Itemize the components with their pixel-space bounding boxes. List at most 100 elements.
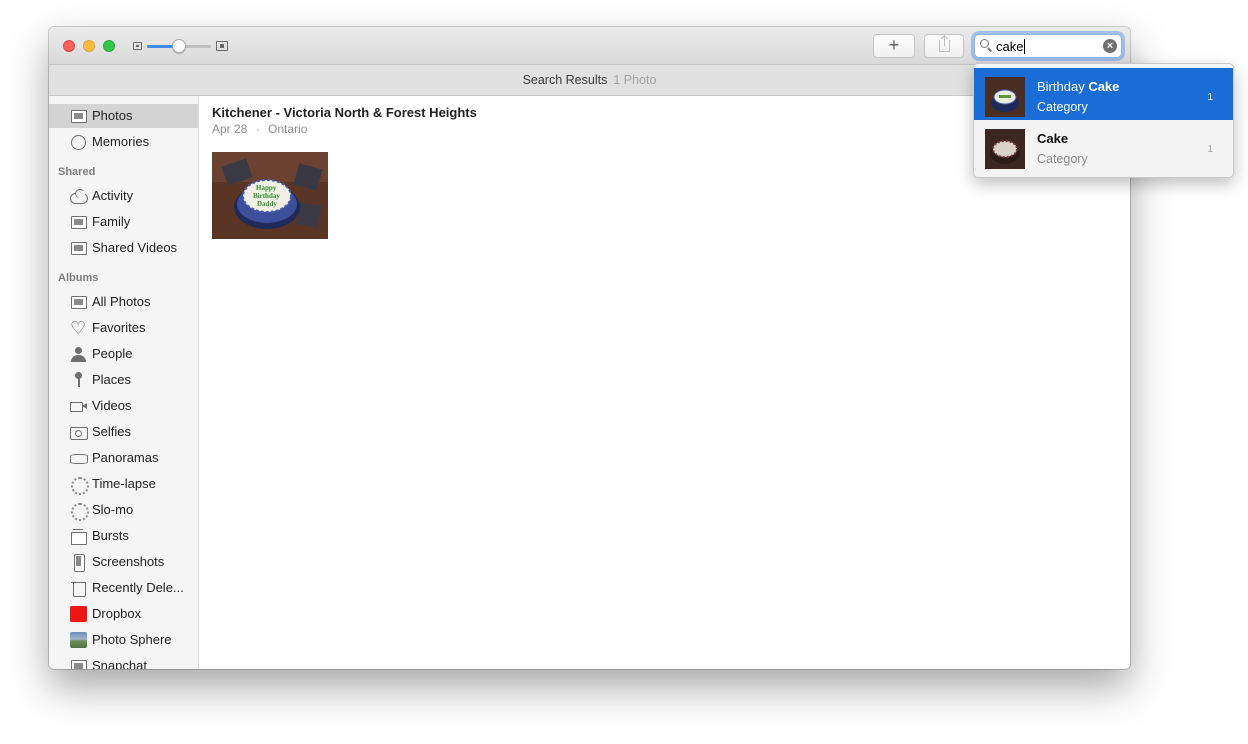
sidebar-item-label: Photos bbox=[92, 108, 133, 123]
sidebar-item-label: Videos bbox=[92, 398, 132, 413]
sidebar-item-time-lapse[interactable]: Time-lapse bbox=[49, 472, 198, 496]
photo-thumbnail[interactable]: Happy Birthday Daddy bbox=[212, 152, 328, 239]
suggestion-type: Category bbox=[1037, 100, 1088, 114]
sidebar-item-label: Panoramas bbox=[92, 450, 159, 465]
cloud-icon bbox=[70, 188, 88, 204]
svg-text:Daddy: Daddy bbox=[257, 200, 277, 208]
sidebar-item-label: Snapchat bbox=[92, 658, 147, 669]
suggestion-count: 1 bbox=[1207, 92, 1213, 103]
zoom-slider-knob[interactable] bbox=[172, 39, 186, 53]
pin-icon bbox=[70, 372, 87, 388]
toolbar: + × bbox=[49, 27, 1130, 65]
sidebar-item-label: All Photos bbox=[92, 294, 151, 309]
sidebar-item-label: Bursts bbox=[92, 528, 129, 543]
sidebar-item-selfies[interactable]: Selfies bbox=[49, 420, 198, 444]
sidebar-item-label: Photo Sphere bbox=[92, 632, 172, 647]
sidebar-item-places[interactable]: Places bbox=[49, 368, 198, 392]
sidebar-item-panoramas[interactable]: Panoramas bbox=[49, 446, 198, 470]
sidebar-item-label: Dropbox bbox=[92, 606, 142, 621]
share-icon bbox=[939, 36, 950, 52]
search-suggestions-popup: Birthday Cake Category 1 Cake Category 1 bbox=[973, 63, 1234, 178]
timelapse-icon bbox=[70, 476, 89, 495]
sidebar-item-bursts[interactable]: Bursts bbox=[49, 524, 198, 548]
sidebar-item-label: Favorites bbox=[92, 320, 146, 335]
search-input[interactable] bbox=[996, 37, 1096, 55]
sidebar-item-people[interactable]: People bbox=[49, 342, 198, 366]
close-button[interactable] bbox=[63, 40, 75, 52]
sidebar-item-label: Family bbox=[92, 214, 131, 229]
sidebar-item-screenshots[interactable]: Screenshots bbox=[49, 550, 198, 574]
trash-icon bbox=[70, 580, 87, 597]
sidebar-item-photo-sphere[interactable]: Photo Sphere bbox=[49, 628, 198, 652]
heart-icon bbox=[70, 316, 87, 340]
photos-icon bbox=[70, 108, 87, 124]
sidebar-item-snapchat[interactable]: Snapchat bbox=[49, 654, 198, 669]
album-icon bbox=[70, 658, 87, 669]
add-button[interactable]: + bbox=[873, 34, 915, 58]
sidebar-item-activity[interactable]: Activity bbox=[49, 184, 198, 208]
album-icon bbox=[70, 294, 87, 310]
share-button[interactable] bbox=[924, 34, 964, 58]
search-results-content: Kitchener - Victoria North & Forest Heig… bbox=[199, 96, 1130, 669]
photos-window: + × Search Results 1 Photo Photos Memorie… bbox=[49, 27, 1130, 669]
search-results-header: Search Results 1 Photo bbox=[49, 65, 1130, 96]
camera-icon bbox=[70, 424, 88, 440]
sidebar-item-label: Screenshots bbox=[92, 554, 165, 569]
sidebar-item-label: Activity bbox=[92, 188, 134, 203]
suggestion-title: Cake bbox=[1037, 131, 1069, 146]
bursts-icon bbox=[70, 528, 87, 545]
minimize-button[interactable] bbox=[83, 40, 95, 52]
suggestion-prefix: Birthday bbox=[1037, 79, 1089, 94]
svg-text:Happy: Happy bbox=[256, 184, 277, 192]
header-title: Search Results bbox=[522, 73, 608, 87]
search-icon bbox=[980, 39, 989, 48]
sidebar-item-videos[interactable]: Videos bbox=[49, 394, 198, 418]
sidebar-item-all-photos[interactable]: All Photos bbox=[49, 290, 198, 314]
video-icon bbox=[70, 398, 87, 414]
moment-subtitle: Apr 28 · Ontario bbox=[212, 122, 307, 136]
suggestion-match: Cake bbox=[1088, 79, 1120, 94]
suggestion-thumbnail bbox=[985, 129, 1025, 169]
shared-album-icon bbox=[70, 214, 87, 230]
moment-location: Ontario bbox=[268, 122, 308, 136]
memories-icon bbox=[70, 134, 87, 150]
sidebar-item-dropbox[interactable]: Dropbox bbox=[49, 602, 198, 626]
cake-photo: Happy Birthday Daddy bbox=[212, 152, 328, 239]
zoom-in-icon[interactable] bbox=[216, 41, 228, 51]
panorama-icon bbox=[70, 450, 88, 466]
result-count: 1 Photo bbox=[613, 73, 657, 87]
search-field[interactable]: × bbox=[974, 34, 1122, 58]
zoom-out-icon[interactable] bbox=[133, 42, 142, 50]
suggestion-count: 1 bbox=[1207, 144, 1213, 155]
person-icon bbox=[70, 346, 87, 362]
phone-icon bbox=[70, 554, 87, 572]
suggestion-type: Category bbox=[1037, 152, 1088, 166]
svg-text:Birthday: Birthday bbox=[253, 192, 280, 200]
sidebar-item-label: Memories bbox=[92, 134, 150, 149]
sidebar-item-label: People bbox=[92, 346, 133, 361]
clear-search-icon[interactable]: × bbox=[1103, 39, 1117, 53]
shared-album-icon bbox=[70, 240, 87, 256]
text-cursor bbox=[1024, 39, 1025, 54]
slomo-icon bbox=[70, 502, 89, 521]
sidebar-item-favorites[interactable]: Favorites bbox=[49, 316, 198, 340]
maximize-button[interactable] bbox=[103, 40, 115, 52]
moment-separator: · bbox=[255, 122, 260, 136]
sidebar-item-memories[interactable]: Memories bbox=[49, 130, 198, 154]
suggestion-thumbnail bbox=[985, 77, 1025, 117]
suggestion-title: Birthday Cake bbox=[1037, 79, 1119, 94]
sidebar-item-recently-deleted[interactable]: Recently Dele... bbox=[49, 576, 198, 600]
sidebar-item-family[interactable]: Family bbox=[49, 210, 198, 234]
moment-date: Apr 28 bbox=[212, 122, 248, 136]
dropbox-icon bbox=[70, 606, 87, 622]
sidebar-item-label: Time-lapse bbox=[92, 476, 156, 491]
moment-title: Kitchener - Victoria North & Forest Heig… bbox=[212, 105, 477, 120]
sidebar-item-photos[interactable]: Photos bbox=[49, 104, 198, 128]
sidebar-item-label: Recently Dele... bbox=[92, 580, 184, 595]
suggestion-cake[interactable]: Cake Category 1 bbox=[974, 120, 1233, 172]
sidebar-item-slo-mo[interactable]: Slo-mo bbox=[49, 498, 198, 522]
sidebar-item-shared-videos[interactable]: Shared Videos bbox=[49, 236, 198, 260]
section-header-shared: Shared bbox=[58, 166, 96, 178]
section-header-albums: Albums bbox=[58, 272, 99, 284]
suggestion-birthday-cake[interactable]: Birthday Cake Category 1 bbox=[974, 68, 1233, 120]
